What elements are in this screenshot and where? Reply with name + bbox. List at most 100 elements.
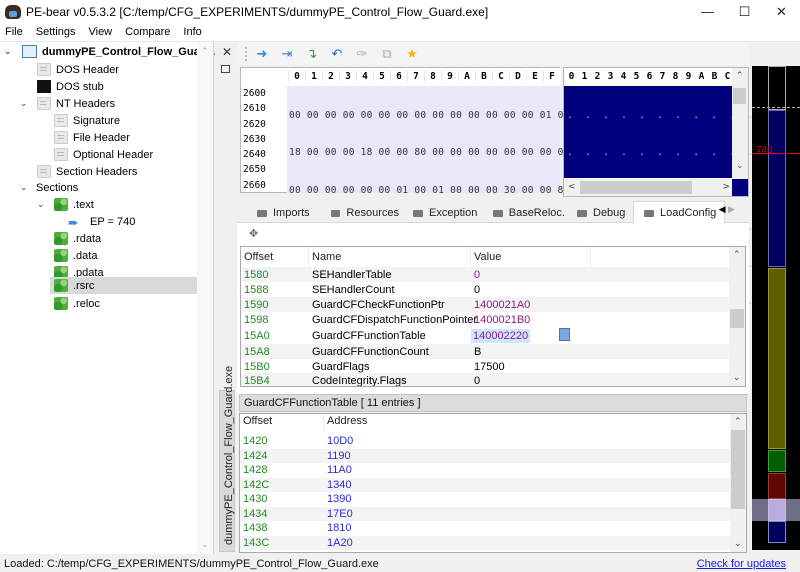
ascii-view[interactable]: 0 1 2 3 4 5 6 7 8 9 A B C . . . . . . . … bbox=[563, 67, 789, 307]
tree-item-dos-header[interactable]: DOS Header bbox=[37, 61, 119, 78]
menu-info[interactable]: Info bbox=[177, 26, 208, 38]
go-to-rva-icon[interactable]: ⇥ bbox=[279, 46, 295, 62]
tree-item-rsrc[interactable]: .rsrc bbox=[50, 277, 198, 294]
maximize-button[interactable]: ☐ bbox=[726, 0, 763, 23]
check-updates-link[interactable]: Check for updates bbox=[697, 558, 786, 570]
scroll-right-icon[interactable]: > bbox=[722, 182, 730, 192]
menu-file[interactable]: File bbox=[0, 26, 30, 38]
table-row[interactable]: 1598 GuardCFDispatchFunctionPointer 1400… bbox=[241, 312, 730, 327]
table-row[interactable]: 142C 1340 bbox=[240, 477, 730, 492]
menu-settings[interactable]: Settings bbox=[30, 26, 83, 38]
table-row[interactable]: 15A0 GuardCFFunctionTable 140002220 bbox=[241, 327, 730, 344]
table-row[interactable]: 1590 GuardCFCheckFunctionPtr 1400021A0 bbox=[241, 297, 730, 312]
scroll-up-icon[interactable]: ⌃ bbox=[733, 250, 741, 260]
go-to-raw-icon[interactable]: ↴ bbox=[304, 46, 320, 62]
tree-root[interactable]: ⌄ dummyPE_Control_Flow_Guard.... bbox=[4, 43, 223, 60]
tree-item-rdata[interactable]: .rdata bbox=[54, 230, 101, 247]
tree-item-dos-stub[interactable]: DOS stub bbox=[37, 78, 104, 95]
section-block-text[interactable] bbox=[768, 110, 786, 267]
table-row[interactable]: 1434 17E0 bbox=[240, 506, 730, 521]
tree-scrollbar[interactable]: ⌃ ⌄ bbox=[197, 42, 213, 554]
tree-item-optional-header[interactable]: Optional Header bbox=[54, 146, 153, 163]
table-row[interactable]: 1428 11A0 bbox=[240, 463, 730, 478]
table-row[interactable]: 1424 1190 bbox=[240, 448, 730, 463]
chevron-down-icon[interactable]: ⌄ bbox=[20, 182, 30, 193]
table-row[interactable]: 1588 SEHandlerCount 0 bbox=[241, 282, 730, 297]
close-dock-icon[interactable]: ✕ bbox=[222, 45, 232, 59]
table-row[interactable]: 1430 1390 bbox=[240, 492, 730, 507]
table-row[interactable]: 15B0 GuardFlags 17500 bbox=[241, 359, 730, 374]
tree-item-file-header[interactable]: File Header bbox=[54, 129, 130, 146]
scroll-thumb[interactable] bbox=[580, 181, 692, 194]
tab-imports[interactable]: Imports bbox=[247, 203, 317, 223]
pin-icon[interactable]: ✑ bbox=[354, 46, 370, 62]
ascii-horizontal-scrollbar[interactable]: < > bbox=[564, 179, 734, 196]
scroll-up-icon[interactable]: ⌃ bbox=[201, 46, 209, 57]
scroll-down-icon[interactable]: ⌄ bbox=[736, 161, 744, 171]
chevron-down-icon[interactable]: ⌄ bbox=[37, 199, 47, 210]
tree-item-text[interactable]: ⌄ .text bbox=[37, 196, 94, 213]
tree-item-reloc[interactable]: .reloc bbox=[54, 295, 100, 312]
scroll-thumb[interactable] bbox=[733, 88, 746, 104]
scroll-down-icon[interactable]: ⌄ bbox=[733, 373, 741, 383]
toolbar-grip[interactable] bbox=[245, 46, 248, 61]
compare-icon[interactable]: ⧉ bbox=[379, 46, 395, 62]
tree-item-signature[interactable]: Signature bbox=[54, 112, 120, 129]
section-block-headers[interactable] bbox=[768, 66, 786, 110]
tab-exception[interactable]: Exception bbox=[401, 203, 479, 223]
tree-item-data[interactable]: .data bbox=[54, 247, 97, 264]
tree-item-ep[interactable]: ➨ EP = 740 bbox=[68, 213, 135, 230]
scroll-left-icon[interactable]: < bbox=[568, 182, 576, 192]
loadconfig-scrollbar[interactable]: ⌃ ⌄ bbox=[729, 247, 745, 386]
chevron-down-icon[interactable]: ⌄ bbox=[4, 46, 14, 57]
float-dock-icon[interactable] bbox=[221, 65, 230, 73]
ascii-vertical-scrollbar[interactable]: ⌃ ⌄ bbox=[732, 68, 748, 179]
section-block-data[interactable] bbox=[768, 450, 786, 472]
dock-file-tab[interactable]: dummyPE_Control_Flow_Guard.exe bbox=[219, 366, 235, 552]
section-block-rdata[interactable] bbox=[768, 268, 786, 449]
table-details-icon[interactable] bbox=[559, 328, 570, 341]
table-row[interactable]: 15B4 CodeIntegrity.Flags 0 bbox=[241, 373, 730, 386]
section-map[interactable]: 740 bbox=[752, 66, 800, 550]
tab-scroll-right-icon[interactable]: ▶ bbox=[728, 204, 735, 214]
table-row[interactable]: 143C 1A20 bbox=[240, 535, 730, 550]
minimize-button[interactable]: — bbox=[689, 0, 726, 23]
table-row[interactable]: 1420 10D0 bbox=[240, 434, 730, 449]
section-block-pdata[interactable] bbox=[768, 473, 786, 499]
puzzle-icon bbox=[54, 249, 68, 262]
favorite-icon[interactable]: ★ bbox=[404, 46, 420, 62]
scroll-thumb[interactable] bbox=[731, 430, 745, 509]
tab-basereloc[interactable]: BaseReloc. bbox=[481, 203, 565, 223]
scroll-up-icon[interactable]: ⌃ bbox=[734, 417, 742, 427]
tree-item-section-headers[interactable]: Section Headers bbox=[37, 163, 137, 180]
hex-bytes[interactable]: 00 00 00 00 00 00 00 00 00 00 00 00 00 0… bbox=[287, 86, 569, 345]
table-row[interactable]: 1438 1810 bbox=[240, 521, 730, 536]
move-icon[interactable]: ✥ bbox=[249, 227, 258, 240]
tab-scroll-arrows[interactable]: ◀ ▶ bbox=[719, 204, 735, 215]
hex-view[interactable]: 0 1 2 3 4 5 6 7 8 9 A B C D E F 2600 261… bbox=[240, 67, 569, 345]
table-row[interactable]: 15A8 GuardCFFunctionCount B bbox=[241, 344, 730, 359]
chevron-down-icon[interactable]: ⌄ bbox=[20, 98, 30, 109]
tab-debug[interactable]: Debug bbox=[567, 203, 631, 223]
ascii-grid[interactable]: . . . . . . . . . . . . . . . . . . . . … bbox=[564, 86, 789, 307]
section-block-reloc[interactable] bbox=[768, 521, 786, 543]
table-row[interactable]: 1580 SEHandlerTable 0 bbox=[241, 267, 730, 282]
guardcf-table[interactable]: Offset Address 1420 10D0 1424 1190 1428 11A… bbox=[239, 413, 747, 553]
scroll-thumb[interactable] bbox=[730, 309, 744, 328]
selected-value[interactable]: 140002220 bbox=[471, 328, 531, 343]
tree-item-nt-headers[interactable]: ⌄ NT Headers bbox=[20, 95, 115, 112]
tab-resources[interactable]: Resources bbox=[319, 203, 399, 223]
menu-compare[interactable]: Compare bbox=[119, 26, 177, 38]
tab-loadconfig[interactable]: LoadConfig bbox=[633, 201, 725, 224]
undo-icon[interactable]: ↶ bbox=[329, 46, 345, 62]
guardcf-scrollbar[interactable]: ⌃ ⌄ bbox=[730, 414, 746, 552]
tab-scroll-left-icon[interactable]: ◀ bbox=[719, 204, 726, 214]
close-button[interactable]: ✕ bbox=[763, 0, 800, 23]
loadconfig-table[interactable]: Offset Name Value 1580 SEHandlerTable 0 … bbox=[240, 246, 746, 387]
menu-view[interactable]: View bbox=[82, 26, 119, 38]
scroll-down-icon[interactable]: ⌄ bbox=[734, 539, 742, 549]
go-to-icon[interactable]: ➜ bbox=[254, 46, 270, 62]
scroll-up-icon[interactable]: ⌃ bbox=[736, 71, 744, 81]
tree-item-sections[interactable]: ⌄ Sections bbox=[20, 179, 78, 196]
scroll-down-icon[interactable]: ⌄ bbox=[201, 539, 209, 550]
